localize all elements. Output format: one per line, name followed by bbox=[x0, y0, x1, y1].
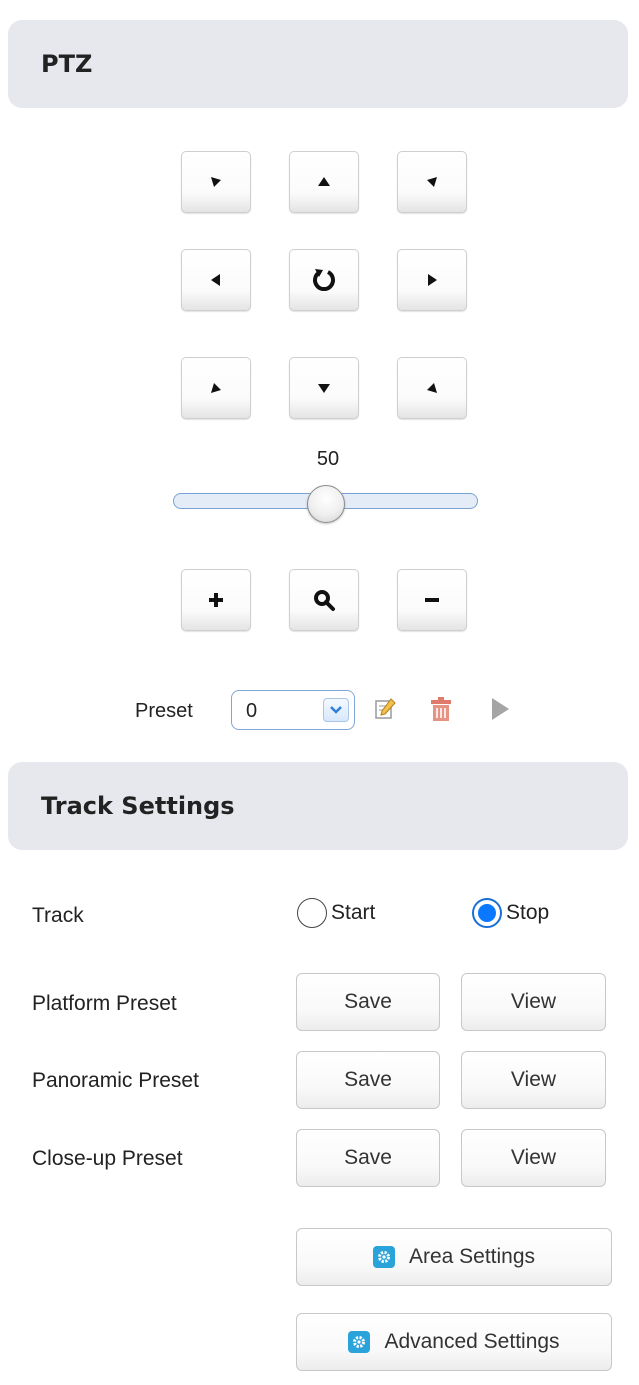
platform-preset-view-button[interactable]: View bbox=[461, 973, 606, 1031]
arrow-up-left-icon bbox=[211, 177, 221, 187]
preset-label: Preset bbox=[135, 700, 193, 722]
track-start-radio[interactable]: Start bbox=[297, 898, 375, 928]
closeup-preset-save-button[interactable]: Save bbox=[296, 1129, 440, 1187]
ptz-title: PTZ bbox=[41, 50, 93, 78]
arrow-up-icon bbox=[318, 177, 330, 186]
pan-left-button[interactable] bbox=[181, 249, 251, 311]
track-stop-radio[interactable]: Stop bbox=[472, 898, 549, 928]
area-settings-label: Area Settings bbox=[408, 1245, 536, 1268]
pan-down-left-button[interactable] bbox=[181, 357, 251, 419]
platform-preset-save-button[interactable]: Save bbox=[296, 973, 440, 1031]
closeup-preset-label: Close-up Preset bbox=[32, 1147, 183, 1170]
rotate-icon bbox=[313, 269, 335, 292]
pan-up-left-button[interactable] bbox=[181, 151, 251, 213]
zoom-search-button[interactable] bbox=[289, 569, 359, 631]
magnifier-icon bbox=[314, 590, 335, 611]
ptz-section-header: PTZ bbox=[8, 20, 628, 108]
minus-icon bbox=[425, 598, 439, 602]
arrow-up-right-icon bbox=[427, 177, 437, 187]
delete-icon[interactable] bbox=[430, 696, 452, 727]
tilt-down-button[interactable] bbox=[289, 357, 359, 419]
reset-position-button[interactable] bbox=[289, 249, 359, 311]
arrow-left-icon bbox=[211, 274, 220, 286]
chevron-down-icon[interactable] bbox=[323, 698, 349, 722]
arrow-right-icon bbox=[428, 274, 437, 286]
zoom-out-button[interactable] bbox=[397, 569, 467, 631]
platform-preset-label: Platform Preset bbox=[32, 992, 177, 1015]
track-label: Track bbox=[32, 904, 84, 927]
edit-icon[interactable] bbox=[374, 697, 396, 726]
start-radio-circle[interactable] bbox=[297, 898, 327, 928]
panoramic-preset-view-button[interactable]: View bbox=[461, 1051, 606, 1109]
pan-down-right-button[interactable] bbox=[397, 357, 467, 419]
stop-radio-circle[interactable] bbox=[472, 898, 502, 928]
pan-right-button[interactable] bbox=[397, 249, 467, 311]
area-settings-button[interactable]: Area Settings bbox=[296, 1228, 612, 1286]
track-settings-header: Track Settings bbox=[8, 762, 628, 850]
arrow-down-right-icon bbox=[427, 383, 437, 393]
stop-radio-label: Stop bbox=[506, 901, 550, 924]
gear-icon bbox=[372, 1246, 395, 1268]
start-radio-label: Start bbox=[331, 901, 376, 924]
panoramic-preset-label: Panoramic Preset bbox=[32, 1069, 199, 1092]
arrow-down-icon bbox=[318, 384, 330, 393]
closeup-preset-view-button[interactable]: View bbox=[461, 1129, 606, 1187]
speed-slider-thumb[interactable] bbox=[306, 485, 345, 523]
preset-value: 0 bbox=[246, 700, 258, 722]
advanced-settings-button[interactable]: Advanced Settings bbox=[296, 1313, 612, 1371]
arrow-down-left-icon bbox=[211, 383, 221, 393]
tilt-up-button[interactable] bbox=[289, 151, 359, 213]
play-icon[interactable] bbox=[490, 697, 510, 726]
speed-value: 50 bbox=[316, 448, 340, 470]
pan-up-right-button[interactable] bbox=[397, 151, 467, 213]
gear-icon bbox=[348, 1331, 371, 1353]
zoom-in-button[interactable] bbox=[181, 569, 251, 631]
preset-select[interactable]: 0 bbox=[231, 690, 355, 730]
advanced-settings-label: Advanced Settings bbox=[384, 1330, 560, 1353]
panoramic-preset-save-button[interactable]: Save bbox=[296, 1051, 440, 1109]
track-settings-title: Track Settings bbox=[41, 792, 235, 820]
plus-icon bbox=[209, 593, 223, 607]
